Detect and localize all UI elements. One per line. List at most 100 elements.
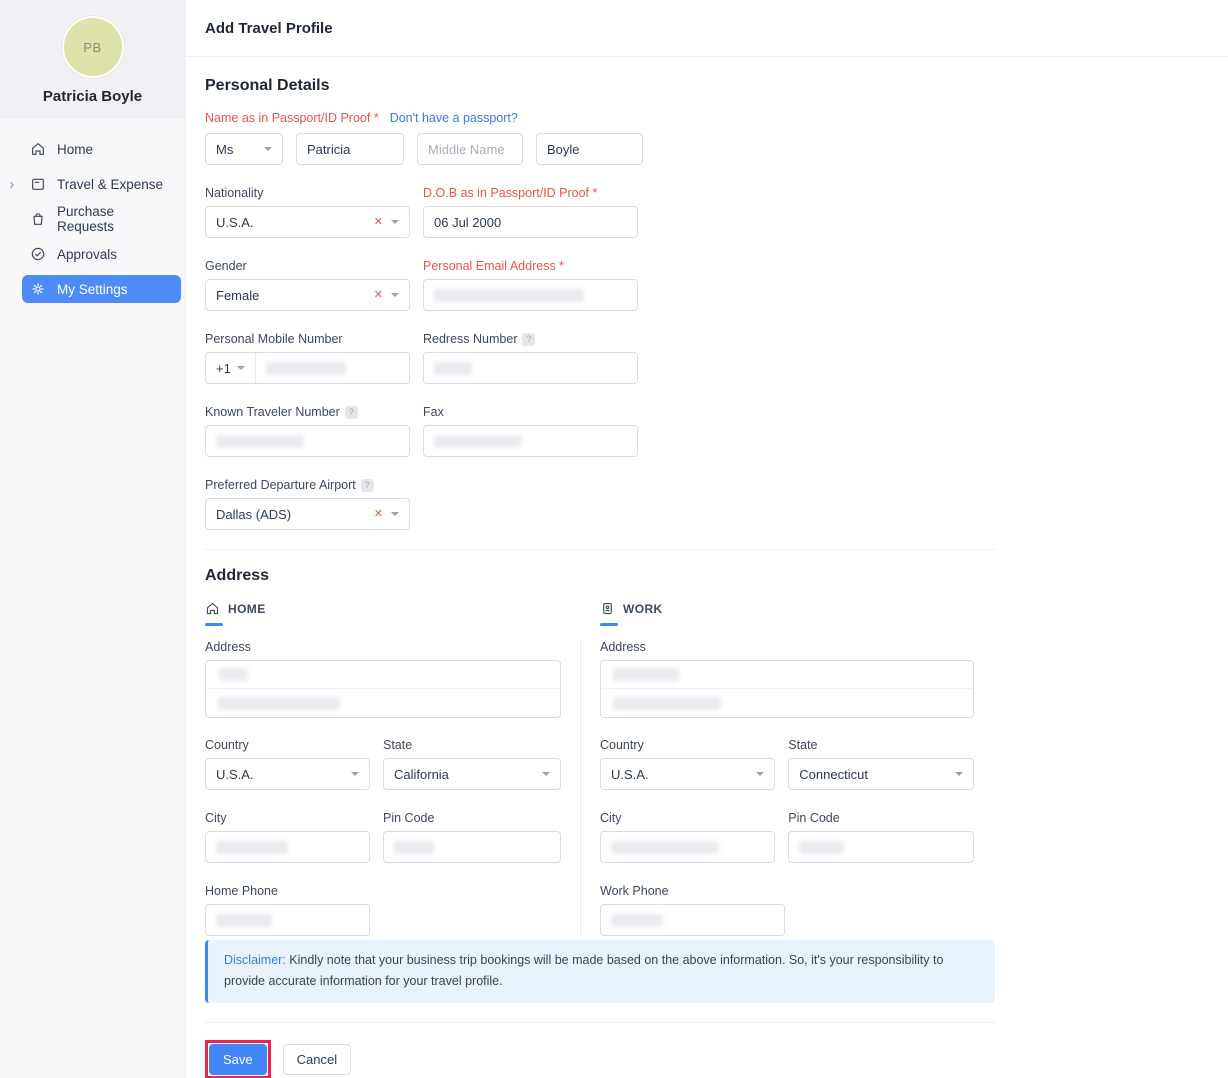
disclaimer-note: Disclaimer: Kindly note that your busine… xyxy=(205,940,995,1003)
redacted-value xyxy=(266,362,346,375)
sidebar-item-label: Home xyxy=(57,142,93,157)
chevron-down-icon xyxy=(391,512,399,516)
home-phone-label: Home Phone xyxy=(205,884,278,898)
tab-home-address[interactable]: HOME xyxy=(205,601,266,626)
tab-work-address[interactable]: WORK xyxy=(600,601,663,626)
info-icon[interactable]: ? xyxy=(522,333,535,346)
home-pin-input[interactable] xyxy=(383,831,561,863)
last-name-input[interactable]: Boyle xyxy=(536,133,643,165)
pin-code-label: Pin Code xyxy=(788,811,839,825)
sidebar-item-home[interactable]: Home xyxy=(22,135,181,163)
redress-input[interactable] xyxy=(423,352,638,384)
title-select[interactable]: Ms xyxy=(205,133,283,165)
sidebar-item-label: Approvals xyxy=(57,247,117,262)
redacted-value xyxy=(613,668,679,681)
work-phone-input[interactable] xyxy=(600,904,785,936)
section-divider xyxy=(205,549,995,550)
sidebar-item-approvals[interactable]: Approvals xyxy=(22,240,181,268)
redacted-value xyxy=(611,914,663,927)
home-phone-input[interactable] xyxy=(205,904,370,936)
last-name-value: Boyle xyxy=(547,142,580,157)
state-value: Connecticut xyxy=(799,767,868,782)
save-button[interactable]: Save xyxy=(209,1044,267,1075)
tab-label: HOME xyxy=(228,602,266,616)
work-badge-icon xyxy=(600,601,615,616)
redacted-value xyxy=(611,841,719,854)
home-city-input[interactable] xyxy=(205,831,370,863)
chevron-down-icon xyxy=(391,220,399,224)
known-traveler-input[interactable] xyxy=(205,425,410,457)
fax-input[interactable] xyxy=(423,425,638,457)
city-label: City xyxy=(600,811,622,825)
work-country-select[interactable]: U.S.A. xyxy=(600,758,775,790)
gender-select[interactable]: Female ✕ xyxy=(205,279,410,311)
expense-card-icon xyxy=(30,176,46,192)
state-value: California xyxy=(394,767,449,782)
redacted-value xyxy=(434,435,522,448)
first-name-value: Patricia xyxy=(307,142,350,157)
mobile-label: Personal Mobile Number xyxy=(205,332,343,346)
address-label: Address xyxy=(205,640,251,654)
airport-label: Preferred Departure Airport xyxy=(205,478,356,492)
sidebar-profile: PB Patricia Boyle xyxy=(0,0,185,119)
work-pin-input[interactable] xyxy=(788,831,974,863)
redacted-value xyxy=(216,435,304,448)
address-heading: Address xyxy=(205,567,995,585)
sidebar-item-my-settings[interactable]: My Settings xyxy=(22,275,181,303)
mobile-input[interactable]: +1 xyxy=(205,352,410,384)
sidebar-item-travel-expense[interactable]: Travel & Expense xyxy=(22,170,181,198)
nationality-label: Nationality xyxy=(205,186,263,200)
personal-details-heading: Personal Details xyxy=(205,77,995,95)
sidebar: PB Patricia Boyle Home Travel & Expense … xyxy=(0,0,186,1078)
info-icon[interactable]: ? xyxy=(345,406,358,419)
chevron-down-icon xyxy=(955,772,963,776)
divider xyxy=(255,353,256,383)
redacted-value xyxy=(613,697,721,710)
main-content: Add Travel Profile Personal Details Name… xyxy=(186,0,1228,1078)
chevron-right-icon[interactable] xyxy=(7,178,17,188)
cancel-button[interactable]: Cancel xyxy=(283,1044,351,1075)
nationality-select[interactable]: U.S.A. ✕ xyxy=(205,206,410,238)
home-country-select[interactable]: U.S.A. xyxy=(205,758,370,790)
home-address-column: Address Country U.S.A. State xyxy=(205,640,561,936)
state-label: State xyxy=(788,738,817,752)
dob-input[interactable]: 06 Jul 2000 xyxy=(423,206,638,238)
check-circle-icon xyxy=(30,246,46,262)
sidebar-item-label: Purchase Requests xyxy=(57,204,173,234)
work-city-input[interactable] xyxy=(600,831,775,863)
first-name-input[interactable]: Patricia xyxy=(296,133,404,165)
chevron-down-icon xyxy=(264,147,272,151)
chevron-down-icon xyxy=(351,772,359,776)
clear-icon[interactable]: ✕ xyxy=(374,217,383,228)
page-title: Add Travel Profile xyxy=(205,20,333,37)
email-label: Personal Email Address * xyxy=(423,259,564,273)
disclaimer-prefix: Disclaimer: xyxy=(224,953,286,967)
middle-name-input[interactable]: Middle Name xyxy=(417,133,523,165)
home-address-input[interactable] xyxy=(205,660,561,718)
user-name: Patricia Boyle xyxy=(0,88,185,105)
clear-icon[interactable]: ✕ xyxy=(374,290,383,301)
work-address-column: Address Country U.S.A. State xyxy=(580,640,974,936)
airport-value: Dallas (ADS) xyxy=(216,507,291,522)
pin-code-label: Pin Code xyxy=(383,811,434,825)
redacted-value xyxy=(799,841,844,854)
address-label: Address xyxy=(600,640,646,654)
work-state-select[interactable]: Connecticut xyxy=(788,758,974,790)
gear-icon xyxy=(30,281,46,297)
sidebar-item-purchase-requests[interactable]: Purchase Requests xyxy=(22,205,181,233)
info-icon[interactable]: ? xyxy=(361,479,374,492)
fax-label: Fax xyxy=(423,405,444,419)
personal-email-input[interactable] xyxy=(423,279,638,311)
country-value: U.S.A. xyxy=(216,767,254,782)
home-state-select[interactable]: California xyxy=(383,758,561,790)
no-passport-link[interactable]: Don't have a passport? xyxy=(390,111,518,125)
country-code-select[interactable]: +1 xyxy=(206,353,255,383)
name-label: Name as in Passport/ID Proof * xyxy=(205,111,379,125)
avatar: PB xyxy=(62,16,124,78)
departure-airport-select[interactable]: Dallas (ADS) ✕ xyxy=(205,498,410,530)
clear-icon[interactable]: ✕ xyxy=(374,509,383,520)
home-icon xyxy=(30,141,46,157)
work-phone-label: Work Phone xyxy=(600,884,669,898)
work-address-input[interactable] xyxy=(600,660,974,718)
dob-value: 06 Jul 2000 xyxy=(434,215,501,230)
